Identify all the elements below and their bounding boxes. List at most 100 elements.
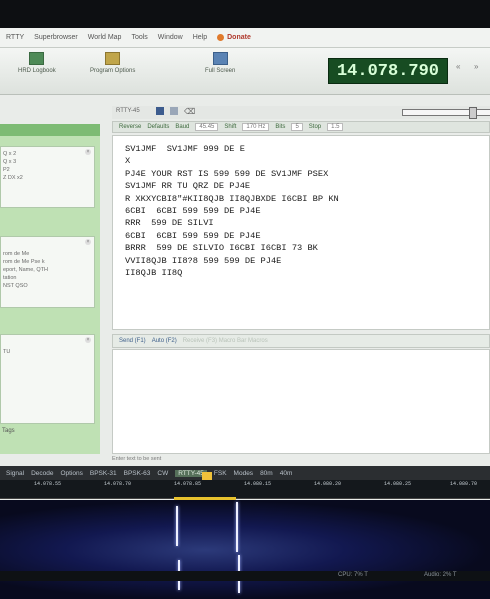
band-80m-button[interactable]: 80m bbox=[260, 470, 273, 477]
freq-left-arrow-icon[interactable]: « bbox=[456, 62, 460, 71]
full-screen-button[interactable]: Full Screen bbox=[205, 52, 235, 74]
scale-tick: 14.078.70 bbox=[104, 481, 132, 487]
menu-help[interactable]: Help bbox=[193, 34, 207, 41]
macro-item[interactable]: Q x 3 bbox=[3, 158, 92, 166]
mode-bpsk63-button[interactable]: BPSK-63 bbox=[124, 470, 151, 477]
print-icon[interactable] bbox=[170, 107, 178, 115]
macro-section-2: × rom de Me rom de Me Pse k eport, Name,… bbox=[0, 236, 95, 308]
baud-label: Baud bbox=[175, 124, 190, 130]
send-toolbar: Send (F1) Auto (F2) Receive (F3) Macro B… bbox=[112, 334, 490, 348]
macro-item[interactable]: TU bbox=[3, 348, 92, 356]
app-window: RTTY Superbrowser World Map Tools Window… bbox=[0, 28, 490, 599]
mode-toolbar: RTTY-45 ⌫ bbox=[112, 106, 490, 119]
received-text: SV1JMF SV1JMF 999 DE E X PJ4E YOUR RST I… bbox=[113, 136, 489, 279]
menu-tools[interactable]: Tools bbox=[131, 34, 147, 41]
mode-bpsk31-button[interactable]: BPSK-31 bbox=[90, 470, 117, 477]
tags-tab[interactable]: Tags bbox=[2, 428, 15, 434]
rx-line: SV1JMF SV1JMF 999 DE E bbox=[125, 144, 245, 154]
scale-tick: 14.080.15 bbox=[244, 481, 272, 487]
rtty-parameters-bar: Reverse Defaults Baud 45.45 Shift 170 Hz… bbox=[112, 121, 490, 133]
logbook-label: HRD Logbook bbox=[18, 68, 56, 74]
send-button[interactable]: Send (F1) bbox=[119, 338, 146, 344]
logbook-icon bbox=[29, 52, 45, 65]
rx-line: RRR 599 DE SILVI bbox=[125, 218, 214, 229]
disabled-controls: Receive (F3) Macro Bar Macros bbox=[182, 338, 268, 344]
shift-select[interactable]: 170 Hz bbox=[242, 123, 270, 131]
decode-button[interactable]: Decode bbox=[31, 470, 53, 477]
left-panel: × Q x 2 Q x 3 P2 Z DX x2 × rom de Me rom… bbox=[0, 124, 100, 454]
save-icon[interactable] bbox=[156, 107, 164, 115]
clear-icon[interactable]: ⌫ bbox=[184, 107, 195, 116]
signal-label: Signal bbox=[6, 469, 25, 477]
mode-fsk-button[interactable]: FSK bbox=[214, 470, 227, 477]
options-button[interactable]: Options bbox=[60, 470, 82, 477]
bits-select[interactable]: 5 bbox=[291, 123, 303, 131]
auto-button[interactable]: Auto (F2) bbox=[152, 338, 177, 344]
macro-item[interactable]: P2 bbox=[3, 166, 92, 174]
program-options-label: Program Options bbox=[90, 68, 136, 74]
rx-line: VVII8QJB II8?8 599 599 DE PJ4E bbox=[125, 255, 282, 266]
rx-line: SV1JMF RR TU QRZ DE PJ4E bbox=[125, 181, 251, 192]
menu-bar: RTTY Superbrowser World Map Tools Window… bbox=[0, 28, 490, 48]
macro-item[interactable]: Z DX x2 bbox=[3, 174, 92, 182]
tuning-marker[interactable] bbox=[202, 472, 212, 480]
frequency-display[interactable]: 14.078.790 bbox=[328, 58, 448, 84]
macro-item[interactable]: Q x 2 bbox=[3, 150, 92, 158]
shift-label: Shift bbox=[224, 124, 237, 130]
menu-rtty[interactable]: RTTY bbox=[6, 34, 24, 41]
reverse-button[interactable]: Reverse bbox=[119, 124, 141, 130]
options-icon bbox=[105, 52, 121, 65]
macro-item[interactable]: tation bbox=[3, 274, 92, 282]
receive-text-area[interactable]: SV1JMF SV1JMF 999 DE E X PJ4E YOUR RST I… bbox=[112, 135, 490, 330]
macro-item[interactable]: rom de Me Pse k bbox=[3, 258, 92, 266]
donate-button[interactable]: Donate bbox=[217, 34, 251, 41]
band-40m-button[interactable]: 40m bbox=[280, 470, 293, 477]
mark-trace bbox=[176, 506, 178, 546]
rx-line: 6CBI 6CBI 599 599 DE PJ4E bbox=[125, 206, 261, 217]
rx-line: II8QJB II8Q bbox=[125, 268, 183, 279]
cpu-status: CPU: 7% T bbox=[338, 572, 368, 578]
rx-line: BRRR 599 DE SILVIO I6CBI I6CBI 73 BK bbox=[125, 243, 318, 254]
macro-item[interactable]: rom de Me bbox=[3, 250, 92, 258]
section-close-icon[interactable]: × bbox=[85, 337, 91, 343]
transmit-placeholder: Enter text to be sent bbox=[112, 456, 162, 462]
section-close-icon[interactable]: × bbox=[85, 149, 91, 155]
section-close-icon[interactable]: × bbox=[85, 239, 91, 245]
logbook-button[interactable]: HRD Logbook bbox=[18, 52, 56, 74]
bits-label: Bits bbox=[275, 124, 286, 130]
space-trace bbox=[236, 502, 238, 552]
scale-tick: 14.080.70 bbox=[450, 481, 478, 487]
modes-button[interactable]: Modes bbox=[234, 470, 254, 477]
scale-tick: 14.078.55 bbox=[34, 481, 62, 487]
waterfall-display[interactable] bbox=[0, 500, 490, 599]
macro-item[interactable]: eport, Name, QTH bbox=[3, 266, 92, 274]
rx-line: R XKXYCBI8"#KII8QJB II8QJBXDE I6CBI BP K… bbox=[125, 193, 339, 204]
frequency-scale[interactable]: 14.078.55 14.078.70 14.078.85 14.080.15 … bbox=[0, 480, 490, 499]
tuning-slider[interactable] bbox=[402, 107, 490, 119]
macro-section-1: × Q x 2 Q x 3 P2 Z DX x2 bbox=[0, 146, 95, 208]
stop-select[interactable]: 1.5 bbox=[327, 123, 344, 131]
menu-world-map[interactable]: World Map bbox=[88, 34, 122, 41]
slider-thumb[interactable] bbox=[469, 107, 477, 119]
program-options-button[interactable]: Program Options bbox=[90, 52, 135, 74]
scale-tick: 14.078.85 bbox=[174, 481, 202, 487]
transmit-text-area[interactable] bbox=[112, 349, 490, 454]
macro-section-3: × TU bbox=[0, 334, 95, 424]
defaults-button[interactable]: Defaults bbox=[147, 124, 169, 130]
mode-cw-button[interactable]: CW bbox=[157, 470, 168, 477]
decoder-bar: Signal Decode Options BPSK-31 BPSK-63 CW… bbox=[0, 466, 490, 480]
scale-tick: 14.080.20 bbox=[314, 481, 342, 487]
mode-selector[interactable]: RTTY-45 bbox=[116, 108, 140, 114]
donate-icon bbox=[217, 34, 225, 41]
audio-status: Audio: 2% T bbox=[424, 572, 457, 578]
menu-window[interactable]: Window bbox=[158, 34, 183, 41]
macro-item[interactable]: NST QSO bbox=[3, 282, 92, 290]
status-bar: CPU: 7% T Audio: 2% T bbox=[0, 571, 490, 581]
freq-right-arrow-icon[interactable]: » bbox=[474, 62, 478, 71]
baud-select[interactable]: 45.45 bbox=[195, 123, 219, 131]
left-panel-header bbox=[0, 124, 100, 136]
menu-superbrowser[interactable]: Superbrowser bbox=[34, 34, 78, 41]
full-screen-icon bbox=[212, 52, 228, 65]
rx-line: X bbox=[125, 156, 131, 167]
donate-label: Donate bbox=[227, 34, 251, 41]
